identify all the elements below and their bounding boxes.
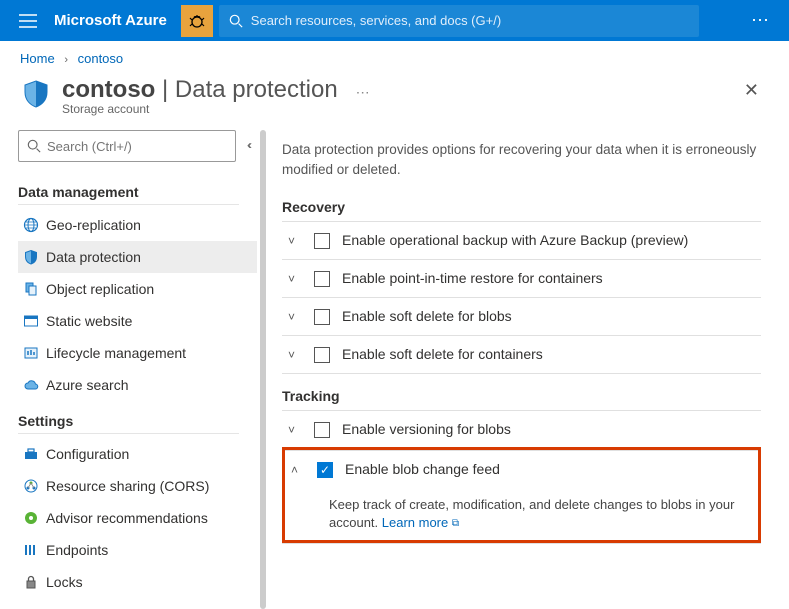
global-search-input[interactable] (251, 13, 689, 28)
main-panel: Data protection provides options for rec… (272, 130, 789, 609)
sidebar-item-label: Geo-replication (42, 217, 141, 233)
page-title: contoso | Data protection (62, 76, 338, 104)
hamburger-menu[interactable] (8, 14, 48, 28)
sidebar-item-locks[interactable]: Locks (18, 566, 257, 598)
breadcrumb: Home › contoso (0, 41, 789, 70)
chevron-down-icon[interactable]: ˅ (288, 421, 308, 437)
share-icon (20, 478, 42, 494)
header-more-button[interactable]: ⋯ (356, 76, 372, 101)
brand-label: Microsoft Azure (48, 12, 181, 29)
option-label: Enable soft delete for containers (342, 346, 543, 362)
endpoints-icon (20, 542, 42, 558)
shield-icon (20, 78, 52, 110)
global-search[interactable] (219, 5, 699, 37)
external-link-icon: ⧉ (452, 518, 459, 529)
sidebar-item-label: Data protection (42, 249, 141, 265)
sidebar-search-input[interactable] (47, 139, 227, 154)
lock-icon (20, 574, 42, 590)
nav-group-title: Settings (18, 401, 239, 434)
hamburger-icon (19, 14, 37, 28)
sidebar-item-object-replication[interactable]: Object replication (18, 273, 257, 305)
sidebar-item-label: Resource sharing (CORS) (42, 478, 209, 494)
chevron-down-icon[interactable]: ˅ (288, 346, 308, 362)
sidebar-search[interactable] (18, 130, 236, 162)
content-body: ‹‹ Data management Geo-replication Data pr… (0, 130, 789, 609)
chevron-right-icon: › (58, 54, 74, 66)
copy-icon (20, 281, 42, 297)
checkbox[interactable] (314, 422, 330, 438)
option-row: ˅ Enable point-in-time restore for contai… (282, 259, 761, 297)
page-header: contoso | Data protection Storage accoun… (0, 70, 789, 130)
option-label: Enable operational backup with Azure Bac… (342, 232, 688, 248)
intro-text: Data protection provides options for rec… (282, 140, 761, 181)
scrollbar[interactable] (258, 130, 272, 609)
sidebar-item-data-protection[interactable]: Data protection (18, 241, 257, 273)
sidebar-item-azure-search[interactable]: Azure search (18, 369, 257, 401)
checkbox[interactable] (314, 271, 330, 287)
sidebar-item-label: Object replication (42, 281, 154, 297)
option-row: ˅ Enable versioning for blobs (282, 410, 761, 448)
checkbox[interactable]: ✓ (317, 462, 333, 478)
chevron-down-icon[interactable]: ˅ (288, 270, 308, 286)
option-label: Enable versioning for blobs (342, 421, 511, 437)
option-row: ˅ Enable operational backup with Azure Ba… (282, 221, 761, 259)
globe-icon (20, 217, 42, 233)
sidebar-item-endpoints[interactable]: Endpoints (18, 534, 257, 566)
toolbox-icon (20, 446, 42, 462)
browser-icon (20, 313, 42, 329)
close-button[interactable]: ✕ (734, 76, 769, 105)
breadcrumb-home[interactable]: Home (20, 51, 55, 66)
option-row: ˅ Enable soft delete for containers (282, 335, 761, 373)
sidebar-item-label: Advisor recommendations (42, 510, 208, 526)
sidebar-item-label: Endpoints (42, 542, 108, 558)
sidebar: ‹‹ Data management Geo-replication Data pr… (0, 130, 258, 609)
option-label: Enable blob change feed (345, 461, 500, 477)
section-title: Recovery (282, 199, 761, 215)
sidebar-item-label: Configuration (42, 446, 129, 462)
learn-more-link[interactable]: Learn more ⧉ (382, 515, 459, 530)
sidebar-item-label: Static website (42, 313, 132, 329)
search-icon (27, 139, 41, 153)
report-bug-button[interactable] (181, 5, 213, 37)
sidebar-item-static-website[interactable]: Static website (18, 305, 257, 337)
sidebar-item-label: Azure search (42, 377, 128, 393)
breadcrumb-current[interactable]: contoso (78, 51, 124, 66)
sidebar-item-lifecycle-management[interactable]: Lifecycle management (18, 337, 257, 369)
bug-icon (188, 12, 206, 30)
option-row: ˅ Enable soft delete for blobs (282, 297, 761, 335)
chevron-down-icon[interactable]: ˅ (288, 232, 308, 248)
sidebar-item-advisor-recommendations[interactable]: Advisor recommendations (18, 502, 257, 534)
sidebar-item-geo-replication[interactable]: Geo-replication (18, 209, 257, 241)
page-subtitle: Storage account (62, 102, 338, 116)
section-title: Tracking (282, 388, 761, 404)
checkbox[interactable] (314, 309, 330, 325)
topbar-more-button[interactable]: ⋯ (741, 10, 781, 31)
highlighted-option: ˄ ✓ Enable blob change feed Keep track of c… (282, 447, 761, 543)
sidebar-item-label: Lifecycle management (42, 345, 186, 361)
collapse-sidebar-button[interactable]: ‹‹ (247, 138, 249, 152)
shield-icon (20, 249, 42, 265)
sidebar-item-configuration[interactable]: Configuration (18, 438, 257, 470)
option-row: ˄ ✓ Enable blob change feed (285, 450, 758, 488)
lifecycle-icon (20, 345, 42, 361)
sidebar-item-resource-sharing-cors-[interactable]: Resource sharing (CORS) (18, 470, 257, 502)
sidebar-item-label: Locks (42, 574, 83, 590)
option-description: Keep track of create, modification, and … (285, 488, 758, 534)
chevron-up-icon[interactable]: ˄ (291, 461, 311, 477)
checkbox[interactable] (314, 233, 330, 249)
advisor-icon (20, 510, 42, 526)
top-bar: Microsoft Azure ⋯ (0, 0, 789, 41)
checkbox[interactable] (314, 347, 330, 363)
cloud-icon (20, 377, 42, 393)
search-icon (229, 14, 243, 28)
option-label: Enable soft delete for blobs (342, 308, 512, 324)
nav-group-title: Data management (18, 172, 239, 205)
chevron-down-icon[interactable]: ˅ (288, 308, 308, 324)
option-label: Enable point-in-time restore for contain… (342, 270, 603, 286)
